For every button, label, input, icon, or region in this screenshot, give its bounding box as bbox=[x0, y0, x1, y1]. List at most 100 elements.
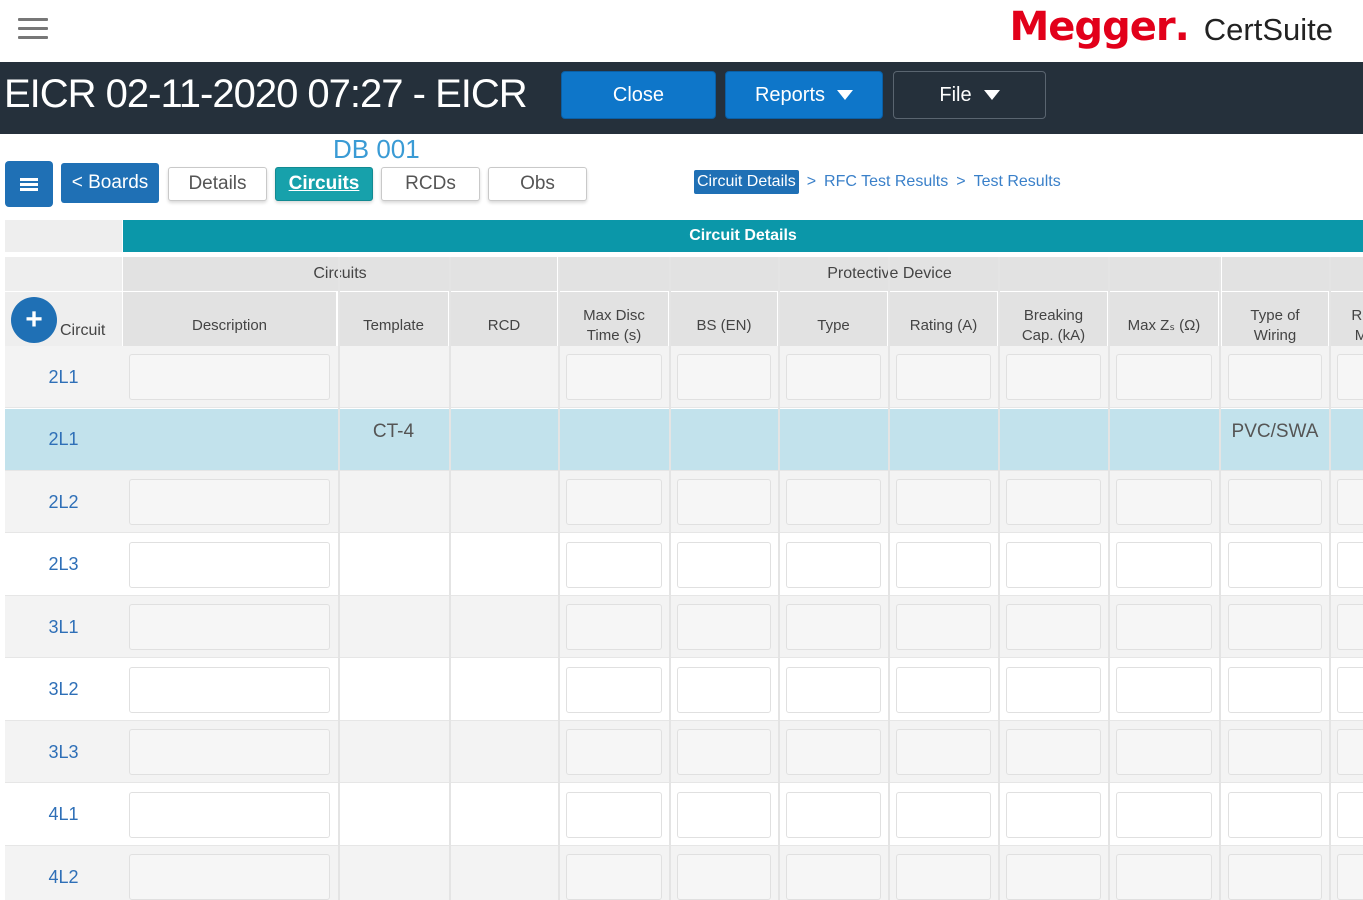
breadcrumb-rfc-test-results[interactable]: RFC Test Results bbox=[824, 173, 948, 191]
grid-cell-input[interactable] bbox=[1006, 791, 1101, 838]
grid-cell-input[interactable] bbox=[1116, 666, 1212, 713]
grid-cell-input[interactable] bbox=[896, 791, 991, 838]
grid-cell-input[interactable] bbox=[129, 791, 330, 838]
table-row[interactable]: 3L3 bbox=[5, 721, 1363, 783]
grid-cell-input[interactable] bbox=[1228, 666, 1322, 713]
grid-cell-input[interactable] bbox=[677, 666, 771, 713]
grid-cell-input[interactable] bbox=[1116, 604, 1212, 650]
grid-cell-input[interactable] bbox=[677, 729, 771, 775]
circuit-label[interactable]: 4L1 bbox=[5, 784, 122, 846]
grid-cell-input[interactable] bbox=[1337, 479, 1363, 525]
grid-cell-input[interactable] bbox=[129, 541, 330, 588]
grid-cell-input[interactable] bbox=[786, 604, 881, 650]
grid-cell-input[interactable] bbox=[566, 479, 662, 525]
grid-cell-input[interactable] bbox=[896, 604, 991, 650]
grid-cell-input[interactable] bbox=[677, 541, 771, 588]
grid-cell-input[interactable] bbox=[1006, 354, 1101, 400]
grid-cell-input[interactable] bbox=[677, 854, 771, 900]
grid-cell-input[interactable] bbox=[566, 854, 662, 900]
grid-cell-input[interactable] bbox=[1228, 604, 1322, 650]
boards-back-button[interactable]: < Boards bbox=[61, 163, 159, 203]
grid-cell-input[interactable] bbox=[1116, 729, 1212, 775]
grid-cell-input[interactable] bbox=[786, 354, 881, 400]
circuit-label[interactable]: 3L3 bbox=[5, 721, 122, 783]
grid-cell-input[interactable] bbox=[129, 666, 330, 713]
grid-cell-input[interactable] bbox=[896, 854, 991, 900]
table-row[interactable]: 2L1 bbox=[5, 346, 1363, 408]
circuit-label[interactable]: 3L1 bbox=[5, 596, 122, 658]
grid-cell-input[interactable] bbox=[566, 604, 662, 650]
grid-cell-input[interactable] bbox=[677, 791, 771, 838]
grid-cell-input[interactable] bbox=[896, 666, 991, 713]
grid-cell-input[interactable] bbox=[566, 791, 662, 838]
breadcrumb-circuit-details[interactable]: Circuit Details bbox=[694, 170, 799, 194]
grid-cell-input[interactable] bbox=[896, 479, 991, 525]
grid-cell-input[interactable] bbox=[1228, 479, 1322, 525]
circuit-label[interactable]: 2L3 bbox=[5, 534, 122, 596]
grid-cell-input[interactable] bbox=[1006, 479, 1101, 525]
grid-cell-input[interactable] bbox=[677, 354, 771, 400]
grid-cell-input[interactable] bbox=[129, 854, 330, 900]
grid-cell-input[interactable] bbox=[129, 479, 330, 525]
grid-cell-input[interactable] bbox=[677, 604, 771, 650]
grid-cell-input[interactable] bbox=[566, 666, 662, 713]
side-menu-button[interactable] bbox=[5, 161, 53, 207]
breadcrumb-test-results[interactable]: Test Results bbox=[974, 173, 1061, 191]
grid-cell-input[interactable] bbox=[786, 791, 881, 838]
file-dropdown-button[interactable]: File bbox=[893, 71, 1046, 119]
tab-details[interactable]: Details bbox=[168, 167, 267, 201]
grid-cell-input[interactable] bbox=[1116, 479, 1212, 525]
circuit-label[interactable]: 4L2 bbox=[5, 846, 122, 900]
grid-cell-input[interactable] bbox=[1337, 791, 1363, 838]
grid-cell-input[interactable] bbox=[1228, 354, 1322, 400]
grid-cell-input[interactable] bbox=[1116, 541, 1212, 588]
grid-cell-input[interactable] bbox=[1337, 854, 1363, 900]
grid-cell-input[interactable] bbox=[129, 729, 330, 775]
circuit-label[interactable]: 2L1 bbox=[5, 346, 122, 408]
close-button[interactable]: Close bbox=[561, 71, 716, 119]
grid-cell-input[interactable] bbox=[786, 541, 881, 588]
grid-cell-input[interactable] bbox=[896, 541, 991, 588]
tab-obs[interactable]: Obs bbox=[488, 167, 587, 201]
circuit-label[interactable]: 3L2 bbox=[5, 659, 122, 721]
grid-cell-input[interactable] bbox=[1337, 729, 1363, 775]
grid-cell-input[interactable] bbox=[896, 354, 991, 400]
grid-cell-input[interactable] bbox=[786, 666, 881, 713]
grid-cell-input[interactable] bbox=[1116, 791, 1212, 838]
table-row[interactable]: 3L1 bbox=[5, 596, 1363, 658]
grid-cell-input[interactable] bbox=[1116, 354, 1212, 400]
table-row[interactable]: 2L2 bbox=[5, 471, 1363, 533]
grid-cell-input[interactable] bbox=[566, 541, 662, 588]
grid-cell-input[interactable] bbox=[1006, 604, 1101, 650]
grid-cell-input[interactable] bbox=[786, 729, 881, 775]
grid-cell-input[interactable] bbox=[1337, 666, 1363, 713]
grid-cell-input[interactable] bbox=[1228, 729, 1322, 775]
grid-cell-input[interactable] bbox=[1006, 666, 1101, 713]
grid-cell-input[interactable] bbox=[1337, 604, 1363, 650]
table-row[interactable]: 3L2 bbox=[5, 658, 1363, 721]
tab-rcds[interactable]: RCDs bbox=[381, 167, 480, 201]
grid-cell-input[interactable] bbox=[129, 604, 330, 650]
circuit-label[interactable]: 2L1 bbox=[5, 409, 122, 471]
grid-cell-input[interactable] bbox=[566, 729, 662, 775]
grid-cell-input[interactable] bbox=[1337, 541, 1363, 588]
table-row[interactable]: 2L1 CT-4 PVC/SWA bbox=[5, 408, 1363, 471]
grid-cell-input[interactable] bbox=[1006, 729, 1101, 775]
table-row[interactable]: 4L2 bbox=[5, 846, 1363, 900]
grid-cell-input[interactable] bbox=[1228, 541, 1322, 588]
grid-cell-input[interactable] bbox=[1006, 854, 1101, 900]
grid-cell-input[interactable] bbox=[1228, 854, 1322, 900]
table-row[interactable]: 4L1 bbox=[5, 783, 1363, 846]
grid-cell-input[interactable] bbox=[896, 729, 991, 775]
add-circuit-button[interactable]: + bbox=[11, 297, 57, 343]
grid-cell-input[interactable] bbox=[786, 854, 881, 900]
grid-cell-input[interactable] bbox=[1116, 854, 1212, 900]
grid-cell-input[interactable] bbox=[786, 479, 881, 525]
circuit-label[interactable]: 2L2 bbox=[5, 471, 122, 533]
grid-cell-input[interactable] bbox=[566, 354, 662, 400]
grid-cell-input[interactable] bbox=[1006, 541, 1101, 588]
grid-cell-input[interactable] bbox=[129, 354, 330, 400]
grid-cell-input[interactable] bbox=[677, 479, 771, 525]
tab-circuits[interactable]: Circuits bbox=[275, 167, 373, 201]
table-row[interactable]: 2L3 bbox=[5, 533, 1363, 596]
